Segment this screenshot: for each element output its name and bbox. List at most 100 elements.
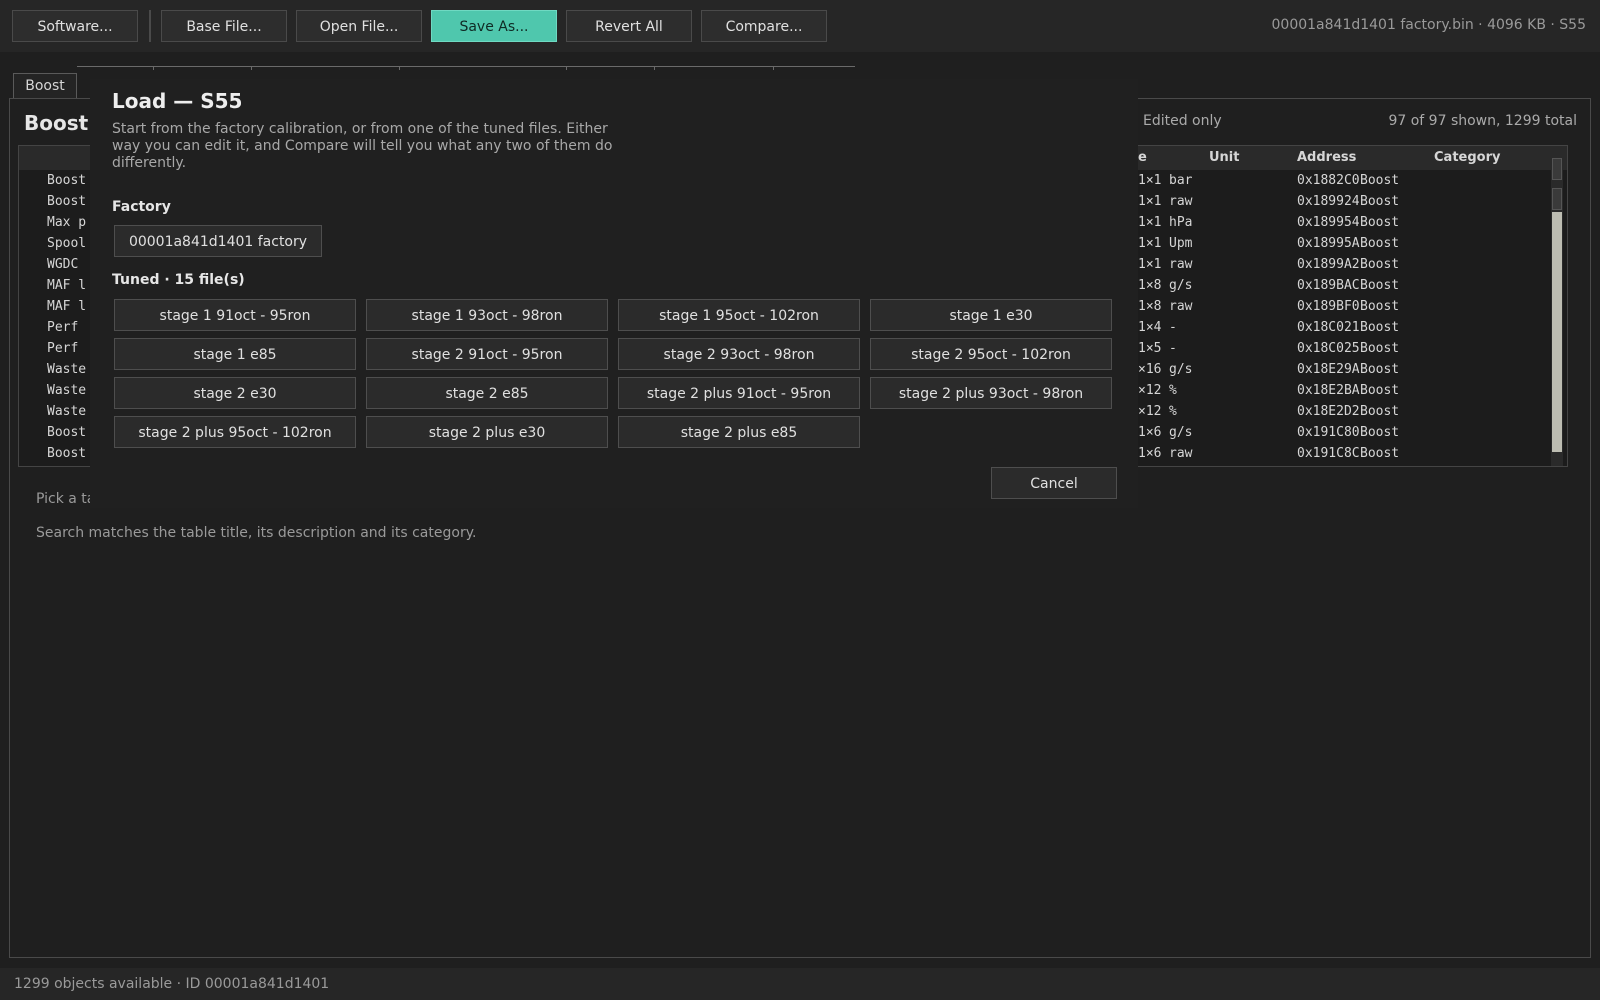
cell-size: 1×1 <box>1138 215 1162 230</box>
tab-divider <box>773 66 774 70</box>
cell-address: 0x189954 <box>1297 215 1360 230</box>
scroll-down-icon[interactable] <box>1552 188 1562 210</box>
cell-category: Boost <box>1360 383 1400 398</box>
software-button[interactable]: Software... <box>12 10 138 42</box>
tuned-file-button[interactable]: stage 2 plus e30 <box>366 416 608 448</box>
revert-all-button[interactable]: Revert All <box>566 10 692 42</box>
cell-size: ×16 <box>1138 362 1162 377</box>
factory-file-button[interactable]: 00001a841d1401 factory <box>114 225 322 257</box>
cell-name: Waste <box>47 362 87 377</box>
tab-divider <box>399 66 400 70</box>
cell-size: 1×1 <box>1138 194 1162 209</box>
cell-category: Boost <box>1360 299 1400 314</box>
cell-category: Boost <box>1360 257 1400 272</box>
cell-name: Spool <box>47 236 87 251</box>
cell-unit: bar <box>1169 173 1193 188</box>
cell-name: WGDC <box>47 257 79 272</box>
cell-category: Boost <box>1360 173 1400 188</box>
cell-address: 0x1882C0 <box>1297 173 1360 188</box>
tuned-file-button[interactable]: stage 1 e30 <box>870 299 1112 331</box>
scrollbar[interactable] <box>1551 146 1563 466</box>
cell-unit: raw <box>1169 257 1193 272</box>
dialog-description: Start from the factory calibration, or f… <box>112 121 613 171</box>
cell-size: 1×6 <box>1138 425 1162 440</box>
base-file-button[interactable]: Base File... <box>161 10 287 42</box>
cell-category: Boost <box>1360 320 1400 335</box>
cell-address: 0x18995A <box>1297 236 1360 251</box>
tuned-file-button[interactable]: stage 2 plus 91oct - 95ron <box>618 377 860 409</box>
tuned-label: Tuned · 15 file(s) <box>112 272 245 288</box>
cell-unit: Upm <box>1169 236 1193 251</box>
cell-name: MAF l <box>47 299 87 314</box>
load-dialog: Load — S55 Start from the factory calibr… <box>90 79 1138 508</box>
tuned-file-button[interactable]: stage 2 e30 <box>114 377 356 409</box>
cell-size: 1×1 <box>1138 236 1162 251</box>
tab-divider <box>566 66 567 70</box>
scroll-up-icon[interactable] <box>1552 158 1562 180</box>
toolbar: Software... Base File... Open File... Sa… <box>0 0 1600 52</box>
tab-divider <box>654 66 655 70</box>
toolbar-separator <box>149 10 151 42</box>
tab-boost[interactable]: Boost <box>13 73 77 99</box>
cell-unit: g/s <box>1169 362 1193 377</box>
cell-category: Boost <box>1360 215 1400 230</box>
cell-address: 0x18E2D2 <box>1297 404 1360 419</box>
tuned-file-button[interactable]: stage 2 e85 <box>366 377 608 409</box>
tuned-file-button[interactable]: stage 2 93oct - 98ron <box>618 338 860 370</box>
cell-size: 1×8 <box>1138 278 1162 293</box>
cell-category: Boost <box>1360 425 1400 440</box>
tuned-file-button[interactable]: stage 1 91oct - 95ron <box>114 299 356 331</box>
tuned-file-button[interactable]: stage 2 plus 95oct - 102ron <box>114 416 356 448</box>
open-file-button[interactable]: Open File... <box>296 10 422 42</box>
cell-unit: hPa <box>1169 215 1193 230</box>
cancel-button[interactable]: Cancel <box>991 467 1117 499</box>
column-header-address[interactable]: Address <box>1297 150 1356 165</box>
cell-address: 0x191C80 <box>1297 425 1360 440</box>
save-as-button[interactable]: Save As... <box>431 10 557 42</box>
cell-name: Perf <box>47 341 79 356</box>
scroll-thumb[interactable] <box>1552 212 1562 452</box>
cell-category: Boost <box>1360 341 1400 356</box>
cell-size: ×12 <box>1138 404 1162 419</box>
tuned-file-button[interactable]: stage 1 95oct - 102ron <box>618 299 860 331</box>
tuned-file-button[interactable]: stage 1 93oct - 98ron <box>366 299 608 331</box>
cell-address: 0x18C021 <box>1297 320 1360 335</box>
tuned-file-button[interactable]: stage 1 e85 <box>114 338 356 370</box>
cell-unit: % <box>1169 404 1177 419</box>
cell-address: 0x18E2BA <box>1297 383 1360 398</box>
cell-name: Waste <box>47 383 87 398</box>
cell-size: 1×8 <box>1138 299 1162 314</box>
cell-unit: raw <box>1169 194 1193 209</box>
tab-divider <box>153 66 154 70</box>
cell-name: Boost <box>47 425 87 440</box>
cell-category: Boost <box>1360 278 1400 293</box>
cell-size: 1×4 <box>1138 320 1162 335</box>
shown-count: 97 of 97 shown, 1299 total <box>1388 113 1577 129</box>
column-header-unit[interactable]: Unit <box>1209 150 1239 165</box>
tuned-file-button[interactable]: stage 2 plus e85 <box>618 416 860 448</box>
cell-unit: raw <box>1169 299 1193 314</box>
cell-unit: raw <box>1169 446 1193 461</box>
cell-address: 0x1899A2 <box>1297 257 1360 272</box>
compare-button[interactable]: Compare... <box>701 10 827 42</box>
cell-size: 1×1 <box>1138 257 1162 272</box>
status-bar: 1299 objects available · ID 00001a841d14… <box>0 968 1600 1000</box>
cell-name: Waste <box>47 404 87 419</box>
cell-category: Boost <box>1360 194 1400 209</box>
edited-only-toggle[interactable]: Edited only <box>1132 113 1222 129</box>
cell-size: 1×6 <box>1138 446 1162 461</box>
cell-size: 1×1 <box>1138 173 1162 188</box>
column-header-category[interactable]: Category <box>1434 150 1500 165</box>
edited-only-label: Edited only <box>1143 113 1222 129</box>
pick-hint: Pick a ta <box>36 491 96 507</box>
cell-address: 0x191C8C <box>1297 446 1360 461</box>
cell-category: Boost <box>1360 362 1400 377</box>
tuned-file-button[interactable]: stage 2 91oct - 95ron <box>366 338 608 370</box>
factory-label: Factory <box>112 199 171 215</box>
tuned-file-button[interactable]: stage 2 plus 93oct - 98ron <box>870 377 1112 409</box>
cell-name: Perf <box>47 320 79 335</box>
column-header-size[interactable]: e <box>1138 150 1147 165</box>
cell-address: 0x18C025 <box>1297 341 1360 356</box>
cell-name: Boost <box>47 173 87 188</box>
tuned-file-button[interactable]: stage 2 95oct - 102ron <box>870 338 1112 370</box>
